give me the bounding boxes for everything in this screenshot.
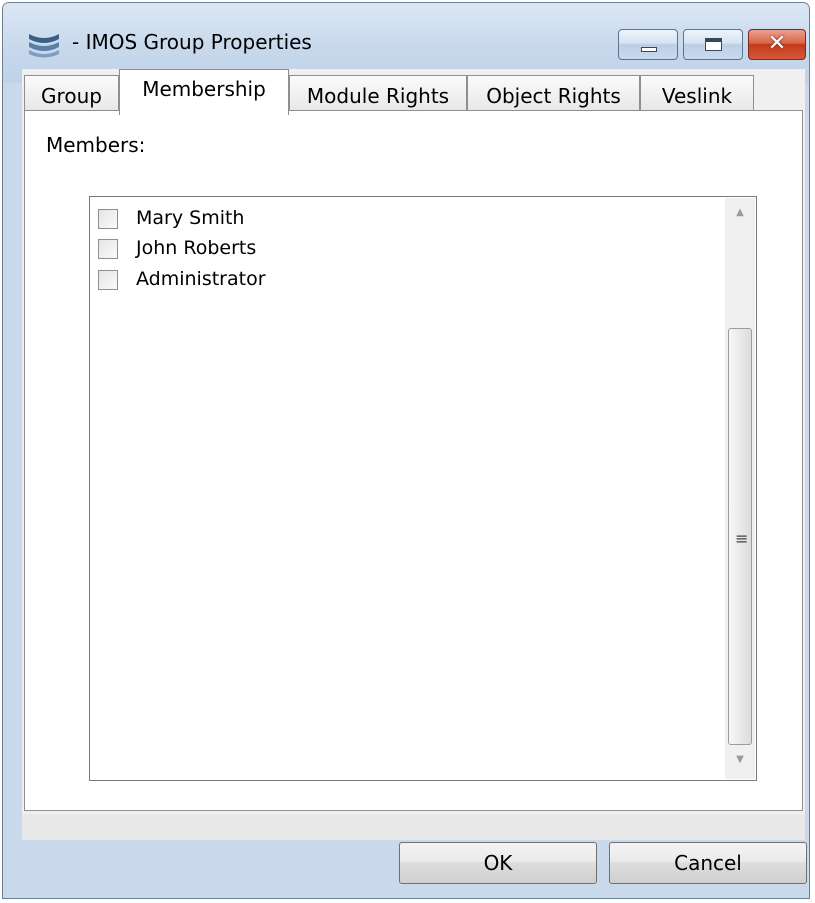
window-title: - IMOS Group Properties [72,30,312,54]
membership-panel: Members: Mary Smith John Roberts Adminis… [24,110,803,811]
members-label: Members: [46,133,146,157]
member-name: Mary Smith [136,207,245,229]
maximize-icon [705,38,722,51]
dialog-content: Group Membership Module Rights Object Ri… [22,69,805,840]
vertical-scrollbar[interactable]: ▲ ≡ ▼ [725,198,755,779]
cancel-button[interactable]: Cancel [609,842,807,884]
grip-icon: ≡ [735,529,749,548]
scroll-down-arrow-icon[interactable]: ▼ [725,749,755,771]
minimize-icon [641,47,657,52]
tab-membership[interactable]: Membership [119,69,289,115]
member-checkbox[interactable] [98,239,118,259]
tab-object-rights[interactable]: Object Rights [467,75,640,115]
member-checkbox[interactable] [98,209,118,229]
close-icon: ✕ [767,31,787,56]
close-button[interactable]: ✕ [748,29,806,60]
maximize-button[interactable] [683,29,743,60]
members-list[interactable]: Mary Smith John Roberts Administrator ▲ … [89,196,757,781]
member-checkbox[interactable] [98,270,118,290]
member-name: Administrator [136,268,266,290]
tab-veslink[interactable]: Veslink [640,75,754,115]
minimize-button[interactable] [618,29,678,60]
tab-module-rights[interactable]: Module Rights [289,75,467,115]
scroll-up-arrow-icon[interactable]: ▲ [725,202,755,224]
button-bar [22,814,805,840]
tab-group[interactable]: Group [24,75,119,115]
member-name: John Roberts [136,237,257,259]
ok-button[interactable]: OK [399,842,597,884]
dialog-window: - IMOS Group Properties ✕ Group Membersh… [2,2,810,899]
scroll-thumb[interactable]: ≡ [728,328,752,745]
imos-logo-icon [29,34,59,58]
